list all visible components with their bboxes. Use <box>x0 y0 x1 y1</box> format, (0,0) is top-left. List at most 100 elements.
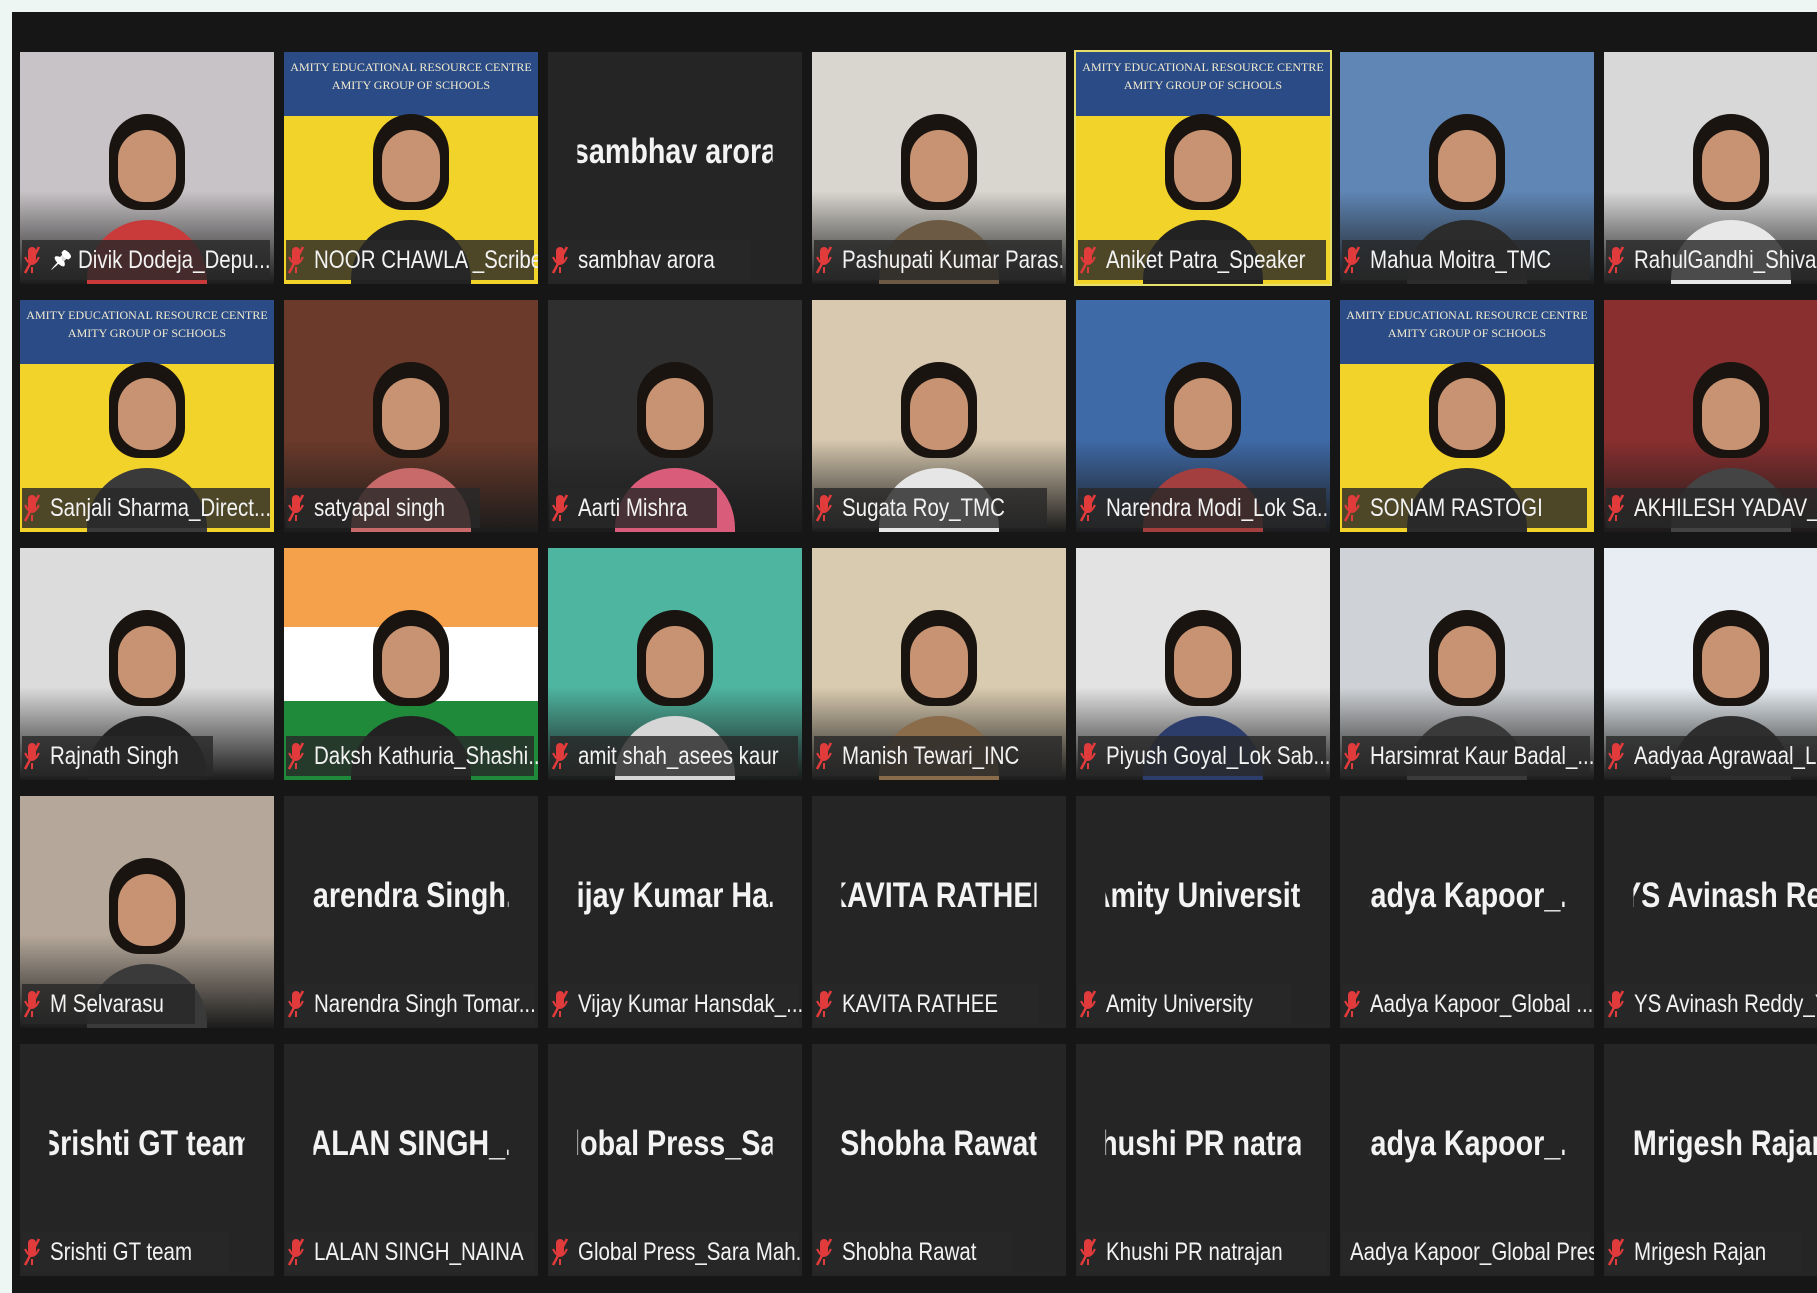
mic-muted-icon <box>1608 493 1624 523</box>
participant-name-label: Aadyaa Agrawaal_Lo <box>1606 736 1817 776</box>
participant-tile[interactable]: Mahua Moitra_TMC <box>1340 52 1594 284</box>
participant-name-label: NOOR CHAWLA _Scribe <box>286 240 538 280</box>
mic-muted-icon <box>1080 989 1096 1019</box>
participant-name-label: Srishti GT team <box>22 1232 230 1272</box>
mic-muted-icon <box>552 493 568 523</box>
participant-tile[interactable]: Srishti GT team Srishti GT team <box>20 1044 274 1276</box>
school-banner-title: AMITY EDUCATIONAL RESOURCE CENTRE AMITY G… <box>1076 52 1330 116</box>
mic-muted-icon <box>816 741 832 771</box>
mic-muted-icon <box>24 1237 40 1267</box>
participant-tile[interactable]: Aadyaa Agrawaal_Lo <box>1604 548 1817 780</box>
participant-tile[interactable]: Pashupati Kumar Paras... <box>812 52 1066 284</box>
participant-tile[interactable]: Shobha Rawat Shobha Rawat <box>812 1044 1066 1276</box>
participant-tile[interactable]: RahulGandhi_Shivar <box>1604 52 1817 284</box>
participant-display-name: LALAN SINGH_... <box>313 1124 508 1163</box>
avatar-face <box>118 130 176 202</box>
participant-tile[interactable]: Daksh Kathuria_Shashi... <box>284 548 538 780</box>
participant-name-text: Aadya Kapoor_Global Press <box>1350 1237 1594 1266</box>
participant-name-text: SONAM RASTOGI <box>1370 493 1543 522</box>
participant-display-name: Mrigesh Rajan <box>1633 1124 1817 1163</box>
mic-muted-icon <box>1080 741 1096 771</box>
avatar-face <box>1438 626 1496 698</box>
participant-display-name: KAVITA RATHEE <box>841 876 1036 915</box>
avatar-face <box>382 626 440 698</box>
mic-muted-icon <box>24 245 40 275</box>
avatar-face <box>1438 378 1496 450</box>
participant-tile[interactable]: satyapal singh <box>284 300 538 532</box>
avatar-face <box>1702 130 1760 202</box>
participant-tile[interactable]: sambhav arora sambhav arora <box>548 52 802 284</box>
mic-muted-icon <box>1344 989 1360 1019</box>
participant-name-label: Rajnath Singh <box>22 736 214 776</box>
participant-tile[interactable]: AMITY EDUCATIONAL RESOURCE CENTRE AMITY G… <box>1074 50 1332 286</box>
participant-tile[interactable]: 📌 Divik Dodeja_Depu... <box>20 52 274 284</box>
participant-tile[interactable]: Aadya Kapoor_... Aadya Kapoor_Global ... <box>1340 796 1594 1028</box>
mic-muted-icon <box>24 989 40 1019</box>
participant-tile[interactable]: Piyush Goyal_Lok Sab... <box>1076 548 1330 780</box>
participant-tile[interactable]: Khushi PR natra... Khushi PR natrajan <box>1076 1044 1330 1276</box>
mic-muted-icon <box>24 741 40 771</box>
participant-name-label: AKHILESH YADAV_S <box>1606 488 1817 528</box>
participant-tile[interactable]: KAVITA RATHEE KAVITA RATHEE <box>812 796 1066 1028</box>
mic-muted-icon <box>1344 245 1360 275</box>
participant-tile[interactable]: LALAN SINGH_... LALAN SINGH_NAINA <box>284 1044 538 1276</box>
participant-tile[interactable]: AMITY EDUCATIONAL RESOURCE CENTRE AMITY G… <box>1340 300 1594 532</box>
participant-display-name: Vijay Kumar Ha... <box>577 876 772 915</box>
participant-name-label: Sanjali Sharma_Direct... <box>22 488 271 528</box>
participant-display-name: Khushi PR natra... <box>1105 1124 1300 1163</box>
participant-name-label: Mahua Moitra_TMC <box>1342 240 1590 280</box>
participant-tile[interactable]: Harsimrat Kaur Badal_... <box>1340 548 1594 780</box>
participant-tile[interactable]: Narendra Singh... Narendra Singh Tomar... <box>284 796 538 1028</box>
participant-name-text: Khushi PR natrajan <box>1106 1237 1283 1266</box>
mic-muted-icon <box>552 1237 568 1267</box>
avatar-face <box>1174 130 1232 202</box>
meeting-window: 📌 Divik Dodeja_Depu... AMITY EDUCATIONAL R… <box>12 12 1817 1293</box>
participant-tile[interactable]: AMITY EDUCATIONAL RESOURCE CENTRE AMITY G… <box>284 52 538 284</box>
participant-name-text: satyapal singh <box>314 493 446 522</box>
participant-tile[interactable]: Mrigesh Rajan Mrigesh Rajan <box>1604 1044 1817 1276</box>
participant-tile[interactable]: YS Avinash Red YS Avinash Reddy_Y <box>1604 796 1817 1028</box>
mic-muted-icon <box>1608 245 1624 275</box>
participant-tile[interactable]: Global Press_Sa... Global Press_Sara Mah.… <box>548 1044 802 1276</box>
participant-tile[interactable]: Aarti Mishra <box>548 300 802 532</box>
participant-tile[interactable]: Vijay Kumar Ha... Vijay Kumar Hansdak_... <box>548 796 802 1028</box>
participant-display-name: YS Avinash Red <box>1633 876 1817 915</box>
participant-tile[interactable]: Amity University Amity University <box>1076 796 1330 1028</box>
mic-muted-icon <box>1608 741 1624 771</box>
pin-icon[interactable]: 📌 <box>50 250 72 271</box>
mic-muted-icon <box>1080 245 1096 275</box>
participant-name-text: Mahua Moitra_TMC <box>1370 245 1552 274</box>
participant-tile[interactable]: AKHILESH YADAV_S <box>1604 300 1817 532</box>
avatar-face <box>1702 626 1760 698</box>
participant-display-name: Aadya Kapoor_... <box>1369 1124 1564 1163</box>
participant-display-name: Global Press_Sa... <box>577 1124 773 1163</box>
participant-tile[interactable]: Sugata Roy_TMC <box>812 300 1066 532</box>
participant-name-label: Sugata Roy_TMC <box>814 488 1047 528</box>
avatar-face <box>1702 378 1760 450</box>
mic-muted-icon <box>288 245 304 275</box>
participant-name-label: Aadya Kapoor_Global Press <box>1342 1232 1594 1272</box>
participant-name-label: satyapal singh <box>286 488 480 528</box>
avatar-face <box>646 626 704 698</box>
avatar-face <box>1174 378 1232 450</box>
participant-name-text: LALAN SINGH_NAINA <box>314 1237 524 1266</box>
mic-muted-icon <box>24 493 40 523</box>
participant-name-label: Aadya Kapoor_Global ... <box>1342 984 1593 1024</box>
participant-tile[interactable]: Aadya Kapoor_... Aadya Kapoor_Global Pres… <box>1340 1044 1594 1276</box>
participant-name-label: sambhav arora <box>550 240 751 280</box>
participant-tile[interactable]: Rajnath Singh <box>20 548 274 780</box>
participant-tile[interactable]: M Selvarasu <box>20 796 274 1028</box>
participant-name-text: KAVITA RATHEE <box>842 989 999 1018</box>
participant-tile[interactable]: Narendra Modi_Lok Sa... <box>1076 300 1330 532</box>
participant-name-text: Narendra Singh Tomar... <box>314 989 536 1018</box>
participant-name-text: Srishti GT team <box>50 1237 193 1266</box>
participant-name-text: M Selvarasu <box>50 989 164 1018</box>
banner-title-text: AMITY EDUCATIONAL RESOURCE CENTRE <box>1346 308 1588 322</box>
avatar-face <box>382 378 440 450</box>
participant-name-text: Daksh Kathuria_Shashi... <box>314 741 538 770</box>
participant-name-text: Shobha Rawat <box>842 1237 977 1266</box>
participant-tile[interactable]: Manish Tewari_INC <box>812 548 1066 780</box>
participant-tile[interactable]: amit shah_asees kaur <box>548 548 802 780</box>
participant-name-label: Aniket Patra_Speaker <box>1078 240 1326 280</box>
participant-tile[interactable]: AMITY EDUCATIONAL RESOURCE CENTRE AMITY G… <box>20 300 274 532</box>
